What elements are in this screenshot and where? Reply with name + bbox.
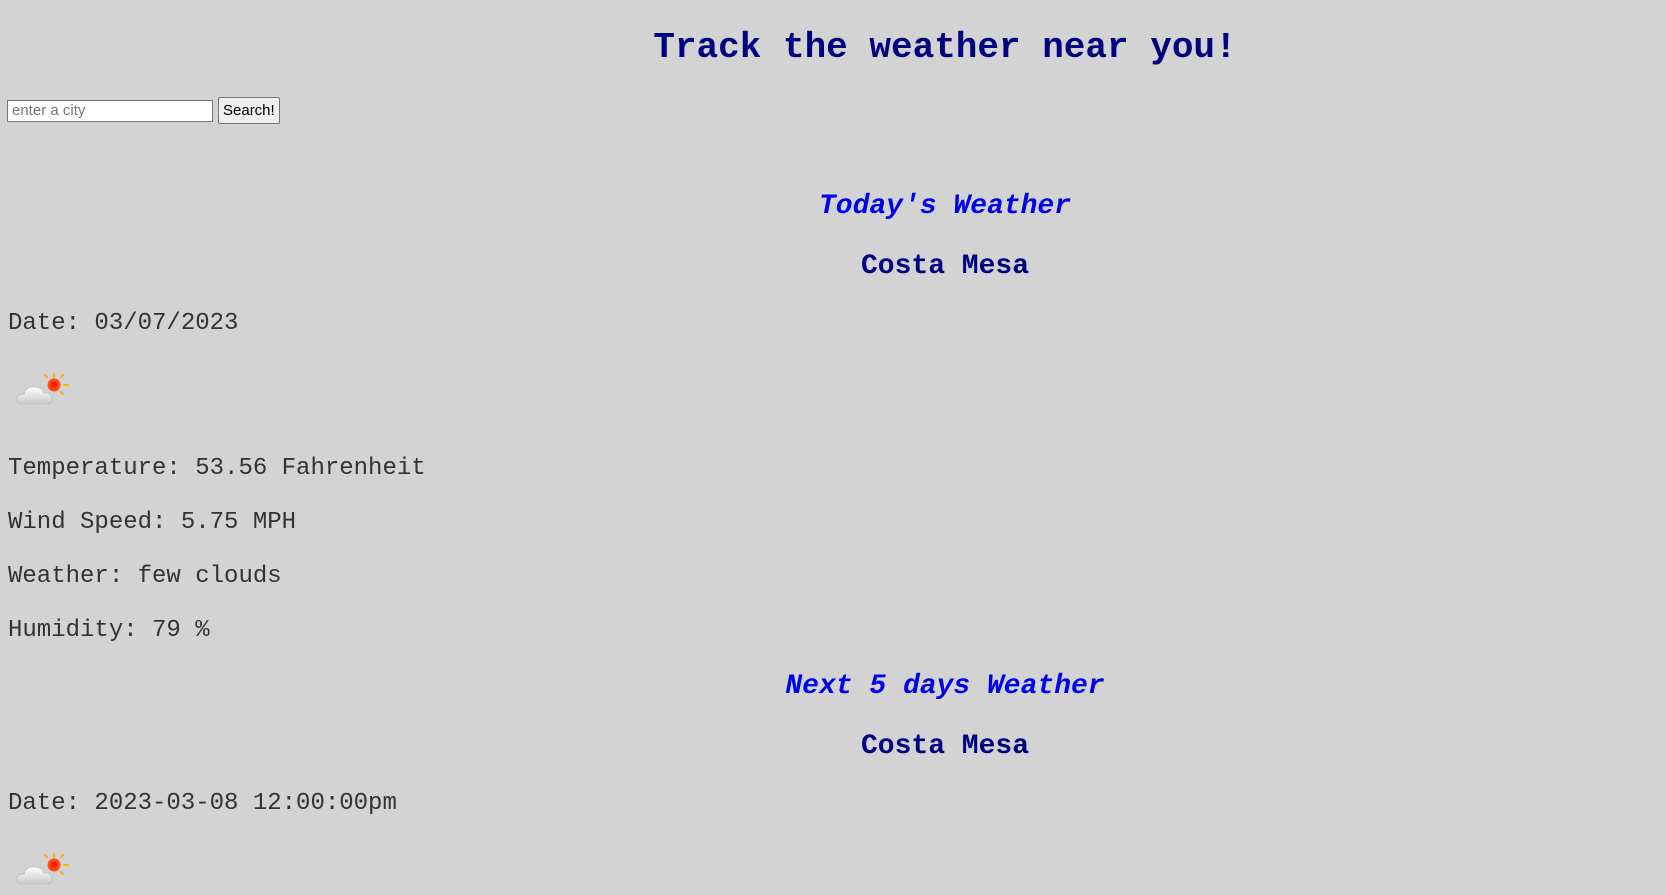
today-weather-description: Weather: few clouds (8, 563, 282, 590)
few-clouds-icon (16, 853, 69, 885)
forecast-heading: Next 5 days Weather (785, 671, 1105, 702)
today-temperature: Temperature: 53.56 Fahrenheit (8, 455, 426, 482)
city-search-input[interactable] (7, 99, 213, 122)
search-bar: Search! (7, 97, 280, 124)
forecast-city-name: Costa Mesa (860, 731, 1030, 762)
page-title: Track the weather near you! (653, 27, 1237, 68)
forecast-day-date: Date: 2023-03-08 12:00:00pm (8, 790, 397, 817)
search-button[interactable]: Search! (218, 97, 280, 124)
today-date: Date: 03/07/2023 (8, 310, 239, 337)
few-clouds-icon (16, 373, 69, 405)
today-humidity: Humidity: 79 % (8, 617, 210, 644)
today-wind-speed: Wind Speed: 5.75 MPH (8, 509, 297, 536)
today-city-name: Costa Mesa (860, 251, 1030, 282)
todays-weather-heading: Today's Weather (818, 191, 1072, 222)
